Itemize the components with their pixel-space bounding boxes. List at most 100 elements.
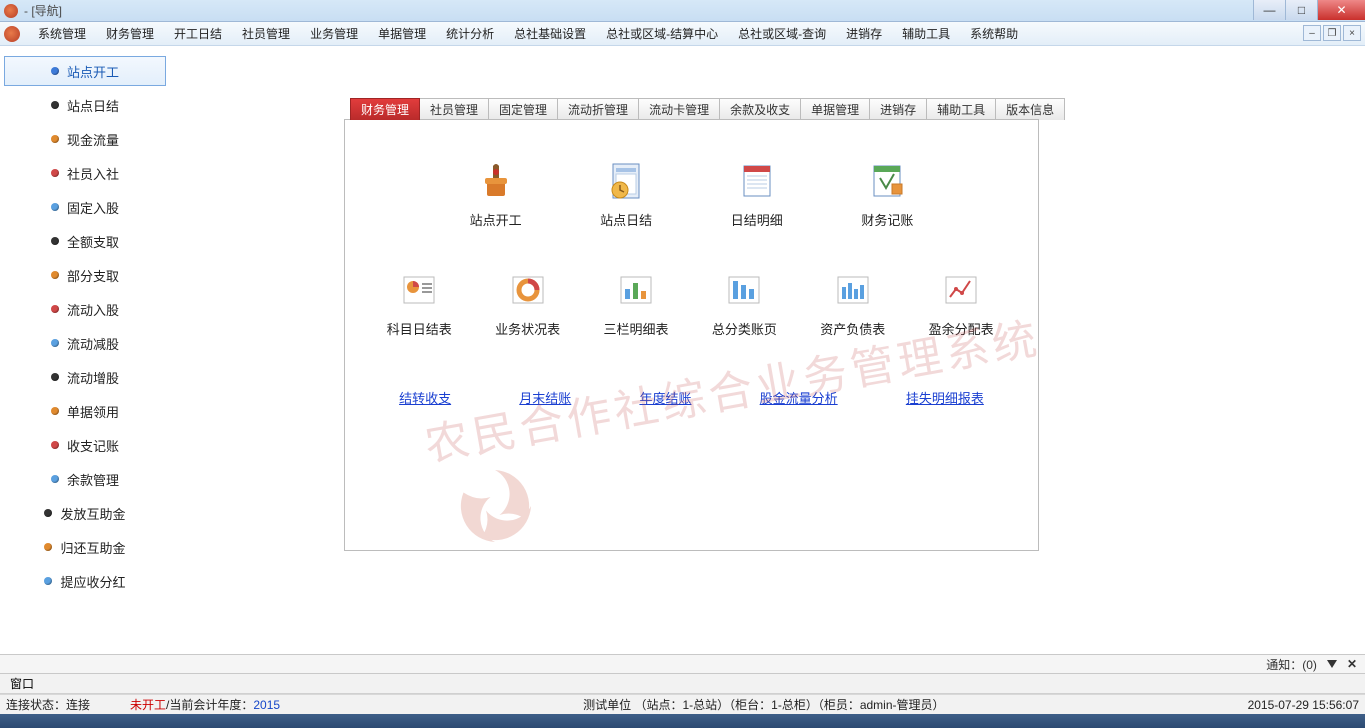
menu-8[interactable]: 总社或区域-结算中心 — [596, 23, 728, 45]
maximize-button[interactable]: □ — [1285, 0, 1317, 20]
panel-item-finance-book[interactable]: 财务记账 — [822, 160, 953, 229]
menu-7[interactable]: 总社基础设置 — [504, 23, 596, 45]
status-connection: 连接状态：连接 — [6, 696, 90, 713]
tab-6[interactable]: 单据管理 — [800, 98, 870, 120]
panel-link-1[interactable]: 月末结账 — [519, 388, 571, 407]
sidebar-item-label: 归还互助金 — [60, 538, 125, 557]
os-taskbar — [0, 714, 1365, 728]
sidebar-item-6[interactable]: 部分支取 — [4, 260, 166, 290]
panel-link-3[interactable]: 股金流量分析 — [760, 388, 838, 407]
status-year-label: /当前会计年度： — [166, 696, 253, 713]
menu-9[interactable]: 总社或区域-查询 — [728, 23, 836, 45]
icon-grid: 站点开工 站点日结日结明细财务记账科目日结表业务状况表 三栏明细表总分类账页资产负债… — [345, 120, 1038, 388]
sidebar-item-label: 流动增股 — [67, 368, 119, 387]
menu-10[interactable]: 进销存 — [836, 23, 892, 45]
sidebar-item-1[interactable]: 站点日结 — [4, 90, 166, 120]
sidebar-item-3[interactable]: 社员入社 — [4, 158, 166, 188]
panel-link-2[interactable]: 年度结账 — [639, 388, 691, 407]
sidebar-item-0[interactable]: 站点开工 — [4, 56, 166, 86]
mdi-restore-button[interactable]: ❐ — [1323, 25, 1341, 41]
app-icon-small — [4, 26, 20, 42]
tab-1[interactable]: 社员管理 — [419, 98, 489, 120]
panel-item-three-col-detail[interactable]: 三栏明细表 — [582, 269, 690, 338]
sidebar-item-label: 社员入社 — [67, 164, 119, 183]
tab-2[interactable]: 固定管理 — [488, 98, 558, 120]
finance-book-icon — [866, 160, 908, 202]
surplus-dist-icon — [940, 269, 982, 311]
bullet-icon — [44, 543, 52, 551]
notify-close-button[interactable]: ✕ — [1347, 657, 1357, 671]
sidebar-item-8[interactable]: 流动减股 — [4, 328, 166, 358]
sidebar-item-13[interactable]: 发放互助金 — [4, 498, 166, 528]
tab-3[interactable]: 流动折管理 — [557, 98, 639, 120]
panel-item-label: 站点开工 — [470, 210, 522, 229]
sidebar-item-14[interactable]: 归还互助金 — [4, 532, 166, 562]
tab-0[interactable]: 财务管理 — [350, 98, 420, 120]
bullet-icon — [51, 203, 59, 211]
tab-7[interactable]: 进销存 — [869, 98, 927, 120]
panel-item-balance-sheet[interactable]: 资产负债表 — [799, 269, 907, 338]
bullet-icon — [51, 407, 59, 415]
sidebar-item-2[interactable]: 现金流量 — [4, 124, 166, 154]
menu-6[interactable]: 统计分析 — [436, 23, 504, 45]
sidebar-item-label: 发放互助金 — [60, 504, 125, 523]
window-menu[interactable]: 窗口 — [4, 675, 40, 692]
panel-link-0[interactable]: 结转收支 — [399, 388, 451, 407]
menu-4[interactable]: 业务管理 — [300, 23, 368, 45]
tab-9[interactable]: 版本信息 — [995, 98, 1065, 120]
panel-item-site-close[interactable]: 站点日结 — [561, 160, 692, 229]
link-row: 结转收支 月末结账 年度结账 股金流量分析 挂失明细报表 — [345, 388, 1038, 407]
sidebar-item-11[interactable]: 收支记账 — [4, 430, 166, 460]
panel-item-general-ledger[interactable]: 总分类账页 — [690, 269, 798, 338]
sidebar-item-10[interactable]: 单据领用 — [4, 396, 166, 426]
menubar: 系统管理财务管理开工日结社员管理业务管理单据管理统计分析总社基础设置总社或区域-… — [0, 22, 1365, 46]
panel-item-surplus-dist[interactable]: 盈余分配表 — [907, 269, 1015, 338]
daily-detail-icon — [736, 160, 778, 202]
menu-3[interactable]: 社员管理 — [232, 23, 300, 45]
sidebar-item-label: 现金流量 — [67, 130, 119, 149]
notify-dropdown-icon[interactable] — [1327, 660, 1337, 668]
menu-5[interactable]: 单据管理 — [368, 23, 436, 45]
menu-0[interactable]: 系统管理 — [28, 23, 96, 45]
mdi-minimize-button[interactable]: – — [1303, 25, 1321, 41]
subject-daily-icon — [398, 269, 440, 311]
sidebar-item-label: 全额支取 — [67, 232, 119, 251]
panel-link-4[interactable]: 挂失明细报表 — [906, 388, 984, 407]
window-title: - [导航] — [24, 2, 62, 19]
minimize-button[interactable]: — — [1253, 0, 1285, 20]
panel-item-label: 业务状况表 — [495, 319, 560, 338]
sidebar-item-5[interactable]: 全额支取 — [4, 226, 166, 256]
tabstrip: 财务管理社员管理固定管理流动折管理流动卡管理余款及收支单据管理进销存辅助工具版本… — [350, 98, 1064, 120]
sidebar-item-15[interactable]: 提应收分红 — [4, 566, 166, 596]
status-bar: 连接状态：连接 未开工 /当前会计年度： 2015 测试单位 （站点：1-总站）… — [0, 694, 1365, 714]
sidebar-item-label: 流动减股 — [67, 334, 119, 353]
sidebar-item-4[interactable]: 固定入股 — [4, 192, 166, 222]
sidebar: 站点开工站点日结现金流量社员入社固定入股全额支取部分支取流动入股流动减股流动增股… — [0, 46, 170, 656]
tab-5[interactable]: 余款及收支 — [719, 98, 801, 120]
content-area: 财务管理社员管理固定管理流动折管理流动卡管理余款及收支单据管理进销存辅助工具版本… — [170, 46, 1365, 656]
sidebar-item-12[interactable]: 余款管理 — [4, 464, 166, 494]
window-controls: — □ ✕ — [1253, 0, 1365, 20]
bullet-icon — [51, 271, 59, 279]
panel-item-site-open[interactable]: 站点开工 — [430, 160, 561, 229]
menu-12[interactable]: 系统帮助 — [960, 23, 1028, 45]
tab-4[interactable]: 流动卡管理 — [638, 98, 720, 120]
workspace: 站点开工站点日结现金流量社员入社固定入股全额支取部分支取流动入股流动减股流动增股… — [0, 46, 1365, 656]
sidebar-item-7[interactable]: 流动入股 — [4, 294, 166, 324]
panel-item-daily-detail[interactable]: 日结明细 — [691, 160, 822, 229]
status-year: 2015 — [253, 698, 280, 712]
menu-11[interactable]: 辅助工具 — [892, 23, 960, 45]
tab-8[interactable]: 辅助工具 — [926, 98, 996, 120]
bullet-icon — [51, 305, 59, 313]
menu-1[interactable]: 财务管理 — [96, 23, 164, 45]
general-ledger-icon — [723, 269, 765, 311]
panel-item-business-status[interactable]: 业务状况表 — [473, 269, 581, 338]
close-button[interactable]: ✕ — [1317, 0, 1365, 20]
menu-2[interactable]: 开工日结 — [164, 23, 232, 45]
bullet-icon — [44, 577, 52, 585]
balance-sheet-icon — [832, 269, 874, 311]
sidebar-item-9[interactable]: 流动增股 — [4, 362, 166, 392]
mdi-close-button[interactable]: × — [1343, 25, 1361, 41]
sidebar-item-label: 余款管理 — [67, 470, 119, 489]
panel-item-subject-daily[interactable]: 科目日结表 — [365, 269, 473, 338]
